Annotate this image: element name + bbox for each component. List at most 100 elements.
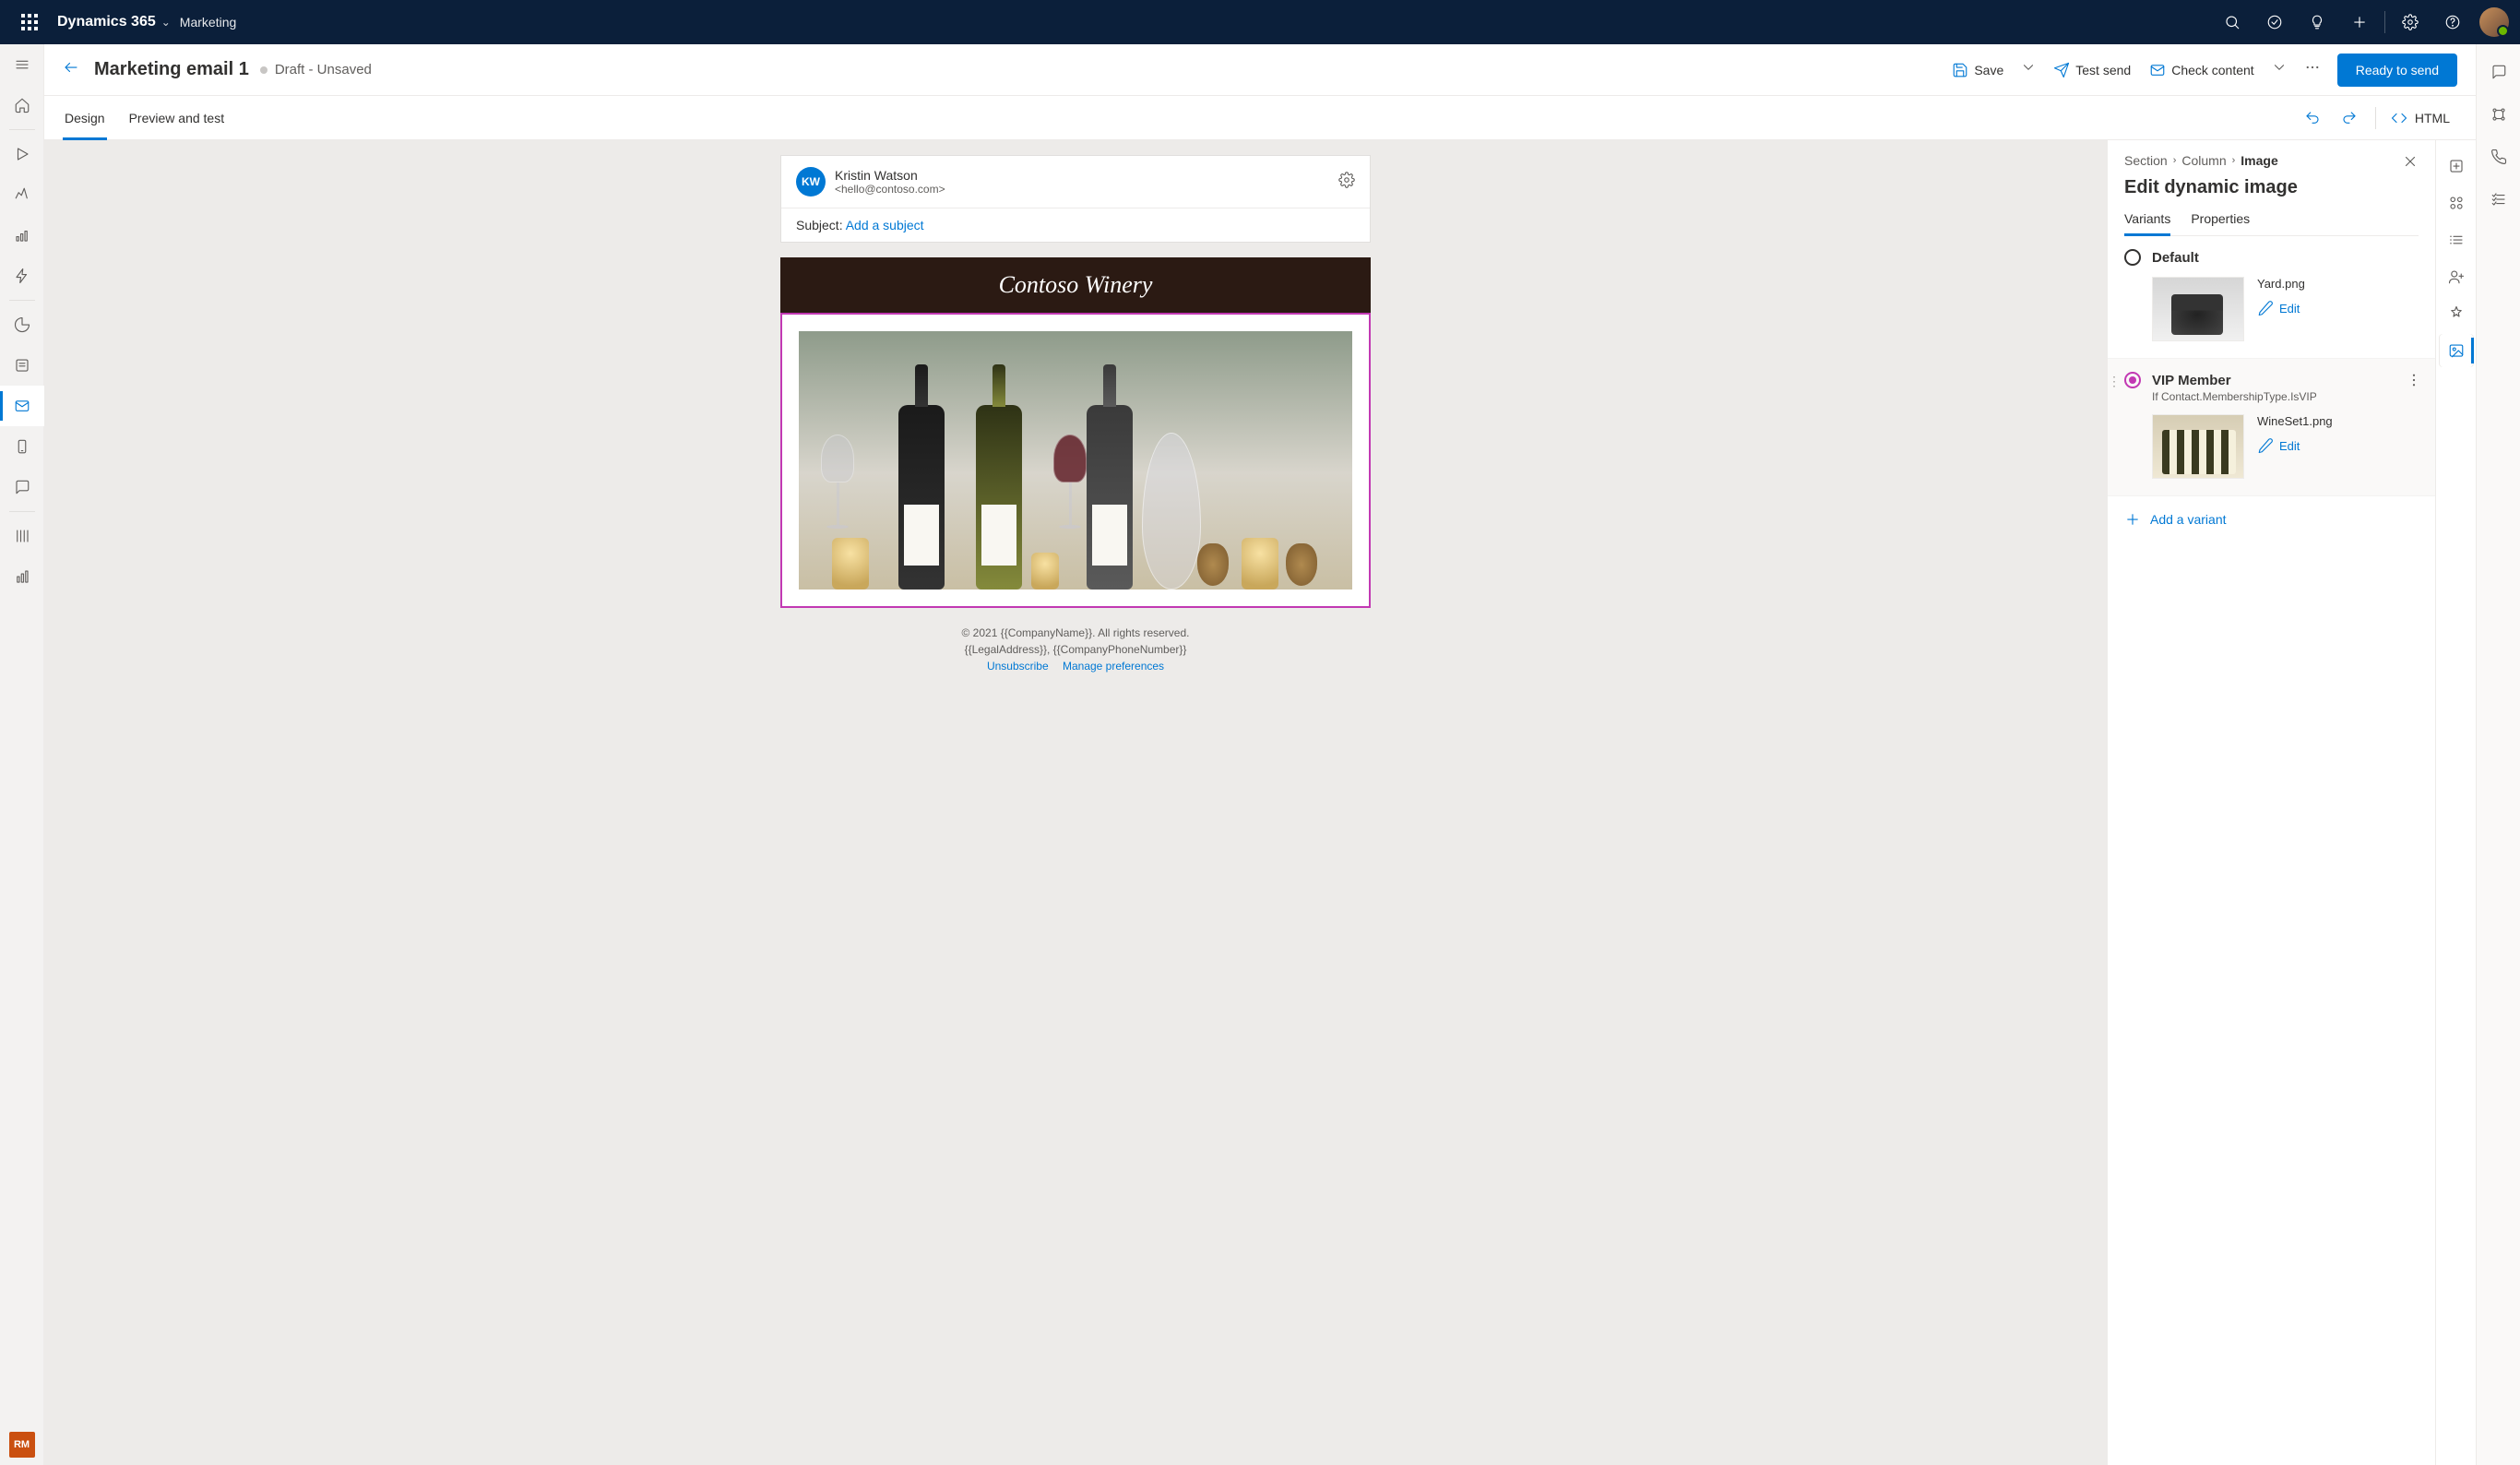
- check-content-chevron-icon[interactable]: [2264, 59, 2295, 80]
- variant-thumbnail[interactable]: [2152, 414, 2244, 479]
- save-chevron-icon[interactable]: [2013, 59, 2044, 80]
- hamburger-icon[interactable]: [0, 44, 44, 85]
- assistance-rail: [2476, 44, 2520, 1465]
- sender-settings-gear-icon[interactable]: [1338, 172, 1355, 193]
- help-icon[interactable]: [2431, 0, 2474, 44]
- toolbox-image-icon[interactable]: [2440, 334, 2473, 367]
- check-content-label: Check content: [2171, 63, 2254, 77]
- search-icon[interactable]: [2211, 0, 2253, 44]
- user-avatar[interactable]: [2479, 7, 2509, 37]
- variant-default[interactable]: Default Yard.png Edit: [2108, 236, 2435, 359]
- breadcrumb-section[interactable]: Section: [2124, 153, 2168, 168]
- global-nav-bar: Dynamics 365 ⌄ Marketing: [0, 0, 2520, 44]
- tab-preview[interactable]: Preview and test: [127, 96, 227, 139]
- nav-journeys-icon[interactable]: [0, 174, 44, 215]
- variant-vip-member[interactable]: ⋮⋮ VIP Member If Contact.MembershipType.…: [2108, 359, 2435, 496]
- subject-prefix: Subject:: [796, 218, 846, 232]
- toolbox-styles-icon[interactable]: [2440, 297, 2473, 330]
- save-label: Save: [1974, 63, 2003, 77]
- banner-title: Contoso Winery: [999, 271, 1153, 299]
- nav-analytics-icon[interactable]: [0, 215, 44, 256]
- variant-filename: Yard.png: [2257, 277, 2305, 291]
- toolbox-sections-icon[interactable]: [2440, 186, 2473, 220]
- variant-condition: If Contact.MembershipType.IsVIP: [2152, 390, 2419, 403]
- app-launcher-icon[interactable]: [7, 0, 52, 44]
- redo-icon[interactable]: [2331, 100, 2368, 137]
- nav-mobile-icon[interactable]: [0, 426, 44, 467]
- test-send-button[interactable]: Test send: [2044, 54, 2140, 87]
- check-content-button[interactable]: Check content: [2140, 54, 2264, 87]
- nav-chat-icon[interactable]: [0, 467, 44, 507]
- status-dot: [260, 66, 267, 74]
- save-button[interactable]: Save: [1943, 54, 2013, 87]
- variant-name: VIP Member: [2152, 373, 2231, 388]
- separator: [9, 129, 35, 130]
- command-bar: Marketing email 1 Draft - Unsaved Save T…: [44, 44, 2476, 96]
- footer-line-2: {{LegalAddress}}, {{CompanyPhoneNumber}}: [790, 641, 1361, 658]
- task-check-icon[interactable]: [2253, 0, 2296, 44]
- toolbox-list-icon[interactable]: [2440, 223, 2473, 256]
- undo-icon[interactable]: [2294, 100, 2331, 137]
- panel-tab-properties[interactable]: Properties: [2191, 211, 2250, 235]
- nav-play-icon[interactable]: [0, 134, 44, 174]
- nav-library-icon[interactable]: [0, 516, 44, 556]
- sender-name: Kristin Watson: [835, 168, 945, 183]
- left-nav-rail: RM: [0, 44, 44, 1465]
- nav-segments-icon[interactable]: [0, 304, 44, 345]
- module-name[interactable]: Marketing: [180, 15, 236, 30]
- status-text: Draft - Unsaved: [275, 62, 372, 77]
- email-banner[interactable]: Contoso Winery: [780, 257, 1371, 313]
- panel-tab-variants[interactable]: Variants: [2124, 211, 2170, 235]
- variant-name: Default: [2152, 250, 2199, 266]
- back-arrow-icon[interactable]: [63, 59, 79, 80]
- panel-close-icon[interactable]: [2402, 153, 2419, 174]
- nav-forms-icon[interactable]: [0, 345, 44, 386]
- more-actions-icon[interactable]: [2295, 59, 2330, 80]
- nav-email-icon[interactable]: [0, 386, 44, 426]
- variant-thumbnail[interactable]: [2152, 277, 2244, 341]
- teams-chat-icon[interactable]: [2480, 54, 2517, 90]
- drag-handle-icon[interactable]: ⋮⋮: [2107, 374, 2121, 389]
- related-icon[interactable]: [2480, 96, 2517, 133]
- tasks-icon[interactable]: [2480, 181, 2517, 218]
- nav-reports-icon[interactable]: [0, 556, 44, 597]
- selected-image-block[interactable]: [780, 313, 1371, 608]
- property-panel: Section › Column › Image Edit dynamic im…: [2107, 140, 2435, 1465]
- sender-email: <hello@contoso.com>: [835, 183, 945, 196]
- breadcrumb-image[interactable]: Image: [2241, 153, 2277, 168]
- gear-icon[interactable]: [2389, 0, 2431, 44]
- variant-edit-link[interactable]: Edit: [2257, 437, 2333, 454]
- variant-filename: WineSet1.png: [2257, 414, 2333, 428]
- toolbox-add-icon[interactable]: [2440, 149, 2473, 183]
- manage-preferences-link[interactable]: Manage preferences: [1063, 660, 1164, 673]
- page-title: Marketing email 1: [94, 59, 249, 80]
- separator: [9, 511, 35, 512]
- variant-radio[interactable]: [2124, 372, 2141, 388]
- unsubscribe-link[interactable]: Unsubscribe: [987, 660, 1049, 673]
- subject-placeholder-link[interactable]: Add a subject: [846, 218, 924, 232]
- nav-triggers-icon[interactable]: [0, 256, 44, 296]
- chevron-right-icon: ›: [2232, 155, 2236, 166]
- ready-to-send-button[interactable]: Ready to send: [2337, 54, 2457, 87]
- home-icon[interactable]: [0, 85, 44, 125]
- variant-radio[interactable]: [2124, 249, 2141, 266]
- variant-more-icon[interactable]: [2406, 372, 2422, 393]
- toolbox-personalization-icon[interactable]: [2440, 260, 2473, 293]
- tab-row: Design Preview and test HTML: [44, 96, 2476, 140]
- breadcrumb-column[interactable]: Column: [2181, 153, 2226, 168]
- phone-icon[interactable]: [2480, 138, 2517, 175]
- html-toggle-button[interactable]: HTML: [2383, 110, 2457, 126]
- tab-design[interactable]: Design: [63, 96, 107, 139]
- lightbulb-icon[interactable]: [2296, 0, 2338, 44]
- app-switcher-chevron-icon[interactable]: ⌄: [161, 16, 171, 29]
- app-title[interactable]: Dynamics 365: [57, 14, 156, 30]
- app-badge[interactable]: RM: [9, 1432, 35, 1458]
- sender-avatar: KW: [796, 167, 826, 197]
- breadcrumb: Section › Column › Image: [2124, 153, 2402, 168]
- add-variant-button[interactable]: Add a variant: [2108, 496, 2435, 542]
- variant-edit-link[interactable]: Edit: [2257, 300, 2305, 316]
- add-icon[interactable]: [2338, 0, 2381, 44]
- panel-title: Edit dynamic image: [2124, 177, 2419, 198]
- footer-line-1: © 2021 {{CompanyName}}. All rights reser…: [790, 625, 1361, 641]
- separator: [9, 300, 35, 301]
